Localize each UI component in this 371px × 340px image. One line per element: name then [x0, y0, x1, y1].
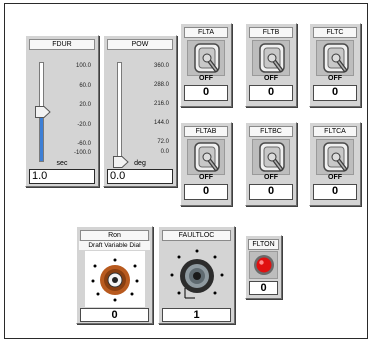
fltb-state: OFF — [264, 75, 278, 82]
ron-dial-widget: Ron Draft Variable Dial 0 — [76, 226, 153, 324]
fdur-tick-1: 60.0 — [79, 83, 91, 89]
flta-title: FLTA — [184, 27, 228, 38]
fltab-switch-widget: FLTAB OFF 0 — [180, 122, 232, 206]
pow-value-field[interactable]: 0.0 — [107, 169, 173, 184]
fltca-state: OFF — [328, 174, 342, 181]
toggle-switch-icon[interactable] — [187, 40, 225, 76]
fdur-unit: sec — [56, 160, 68, 167]
pow-tick-1: 288.0 — [153, 82, 169, 88]
toggle-switch-icon[interactable] — [316, 40, 354, 76]
faultloc-title: FAULTLOC — [162, 230, 231, 241]
flta-value: 0 — [184, 85, 228, 101]
faultloc-dial-knob[interactable] — [165, 243, 229, 305]
faultloc-dial-widget: FAULTLOC 1 — [158, 226, 235, 324]
fltb-switch-widget: FLTB OFF 0 — [245, 23, 297, 107]
fltbc-title: FLTBC — [249, 126, 293, 137]
toggle-switch-icon[interactable] — [252, 139, 290, 175]
fltbc-switch-widget: FLTBC OFF 0 — [245, 122, 297, 206]
toggle-switch-icon[interactable] — [187, 139, 225, 175]
flton-value: 0 — [249, 281, 278, 295]
flton-title: FLTON — [248, 239, 279, 250]
pow-tick-5: 0.0 — [160, 149, 169, 155]
flta-state: OFF — [199, 75, 213, 82]
fdur-slider-fill — [40, 111, 43, 161]
flton-red-button[interactable] — [253, 254, 275, 276]
fltb-value: 0 — [249, 85, 293, 101]
fdur-tick-4: -60.0 — [77, 141, 91, 147]
ron-title: Ron — [80, 230, 149, 241]
flta-switch-widget: FLTA OFF 0 — [180, 23, 232, 107]
fltbc-state: OFF — [264, 174, 278, 181]
toggle-switch-icon[interactable] — [252, 40, 290, 76]
pow-unit: deg — [134, 160, 146, 167]
fdur-title: FDUR — [29, 39, 95, 50]
faultloc-value: 1 — [162, 308, 231, 322]
fltab-state: OFF — [199, 174, 213, 181]
ron-value: 0 — [80, 308, 149, 322]
fdur-slider-thumb[interactable] — [35, 105, 51, 118]
fdur-slider-widget: FDUR 100.0 60.0 20.0 -20.0 -60.0 -100.0 … — [25, 35, 99, 187]
fdur-tick-3: -20.0 — [77, 122, 91, 128]
fdur-tick-5: -100.0 — [73, 150, 91, 156]
fltc-value: 0 — [313, 85, 357, 101]
fdur-tick-0: 100.0 — [75, 63, 91, 69]
pow-slider-track[interactable] — [117, 62, 122, 162]
toggle-switch-icon[interactable] — [316, 139, 354, 175]
flton-button-widget: FLTON 0 — [245, 235, 282, 299]
pow-tick-0: 360.0 — [153, 63, 169, 69]
fltca-title: FLTCA — [313, 126, 357, 137]
pow-tick-4: 72.0 — [157, 139, 169, 145]
fltb-title: FLTB — [249, 27, 293, 38]
fdur-tick-2: 20.0 — [79, 102, 91, 108]
fltbc-value: 0 — [249, 184, 293, 200]
pow-slider-widget: POW 360.0 288.0 216.0 144.0 72.0 0.0 deg… — [103, 35, 177, 187]
ron-dial-knob[interactable] — [85, 251, 145, 307]
fltab-title: FLTAB — [184, 126, 228, 137]
fltab-value: 0 — [184, 184, 228, 200]
fltc-switch-widget: FLTC OFF 0 — [309, 23, 361, 107]
ron-subtitle: Draft Variable Dial — [79, 241, 150, 250]
fdur-value-field[interactable]: 1.0 — [29, 169, 95, 184]
pow-tick-2: 216.0 — [153, 101, 169, 107]
control-panel: FDUR 100.0 60.0 20.0 -20.0 -60.0 -100.0 … — [4, 3, 368, 339]
pow-tick-3: 144.0 — [153, 120, 169, 126]
fltca-switch-widget: FLTCA OFF 0 — [309, 122, 361, 206]
fltc-title: FLTC — [313, 27, 357, 38]
fltca-value: 0 — [313, 184, 357, 200]
fltc-state: OFF — [328, 75, 342, 82]
pow-title: POW — [107, 39, 173, 50]
